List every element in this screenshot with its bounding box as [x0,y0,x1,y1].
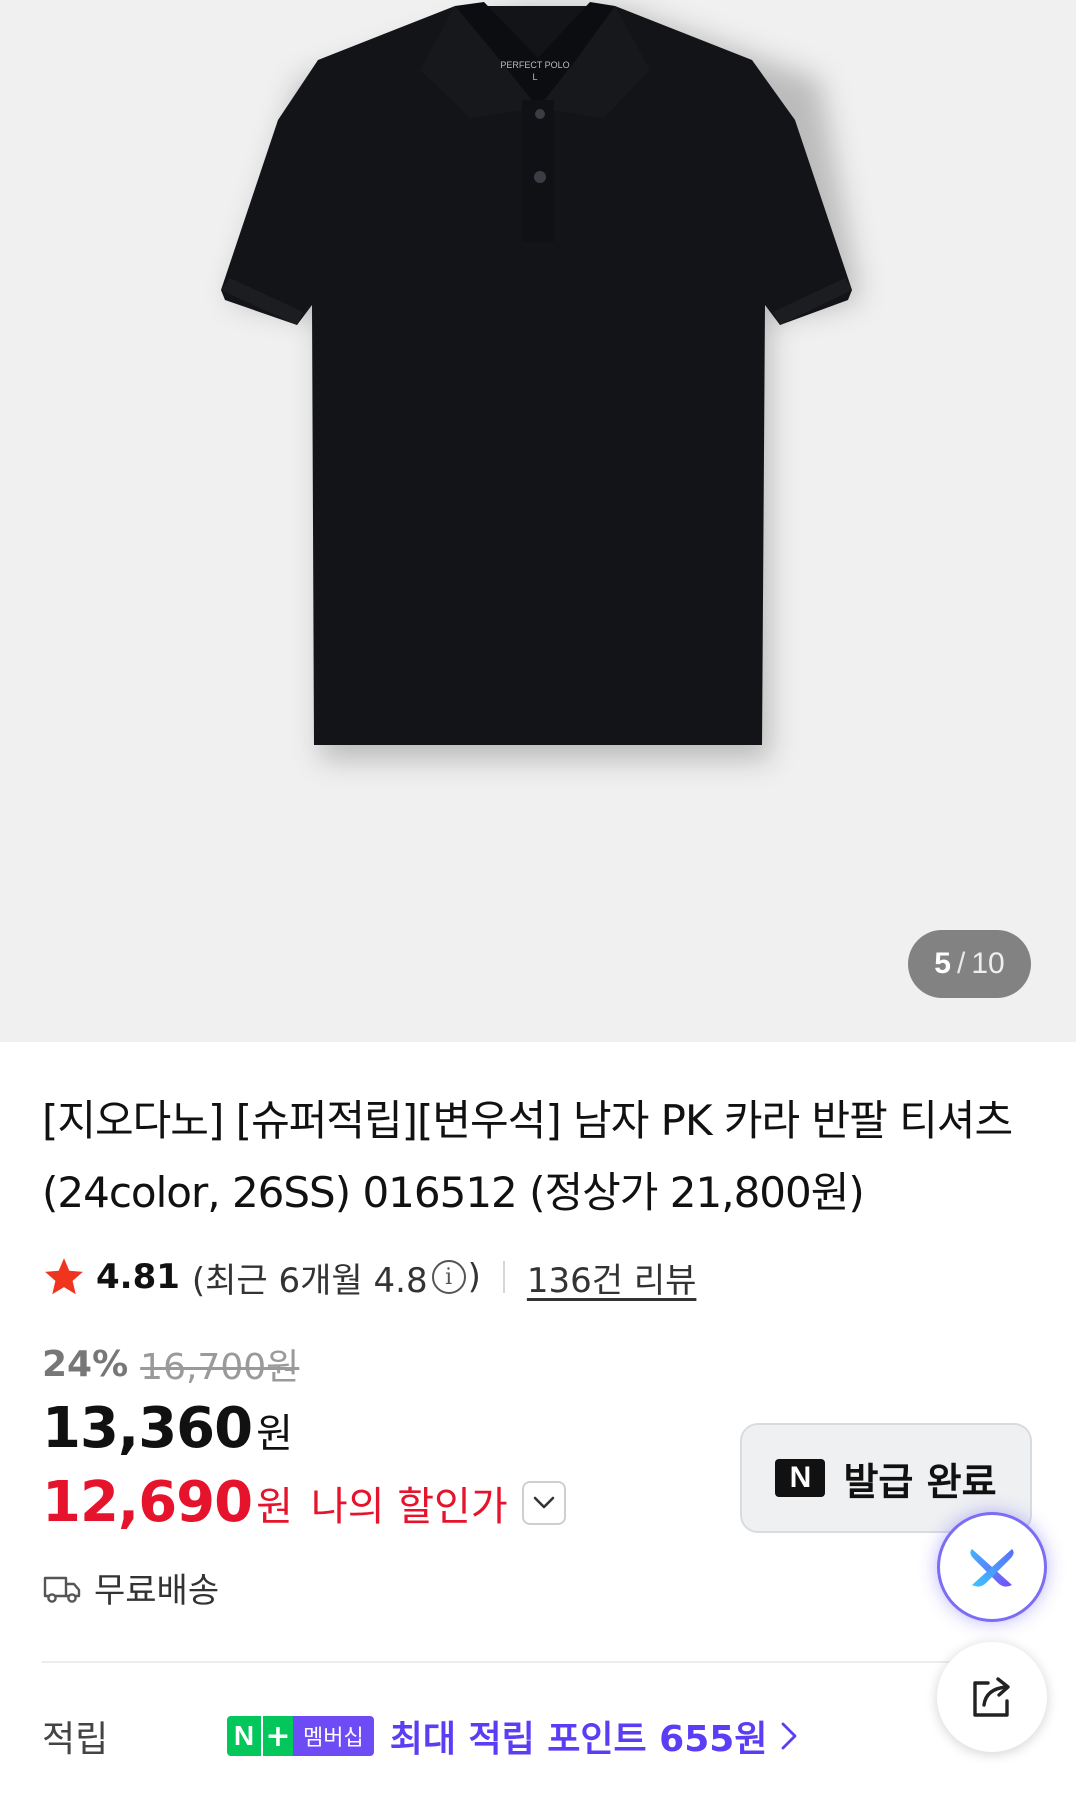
sale-price: 13,360 원 [42,1396,293,1461]
recent-rating-close: ) [467,1257,481,1297]
plus-icon: + [261,1716,293,1756]
image-counter: 5 / 10 [908,930,1031,998]
image-counter-separator: / [956,947,966,980]
ai-assistant-icon [970,1549,1014,1587]
shipping-label: 무료배송 [94,1571,220,1611]
info-icon[interactable]: i [431,1260,466,1294]
discount-row: 24% 16,700원 [42,1338,299,1390]
product-title: [지오다노] [슈퍼적립][변우석] 남자 PK 카라 반팔 티셔츠 (24co… [42,1096,1013,1217]
sale-price-unit: 원 [256,1411,293,1457]
my-price-dropdown-button[interactable] [521,1480,566,1525]
naver-n-icon: N [227,1716,261,1756]
shipping-row: 무료배송 [42,1563,219,1612]
my-price-amount: 12,690 [42,1470,253,1535]
max-points-text: 최대 적립 포인트 655원 [389,1719,768,1760]
rating-divider [502,1261,505,1293]
my-price-unit: 원 [256,1483,293,1530]
share-icon [973,1677,1010,1717]
sale-price-amount: 13,360 [42,1396,253,1461]
points-label: 적립 [42,1719,109,1760]
share-button[interactable] [937,1642,1047,1752]
naver-logo-icon: N [775,1459,826,1497]
section-divider [42,1661,1032,1663]
coupon-label: 발급 완료 [843,1459,997,1504]
reviews-link[interactable]: 136건 리뷰 [527,1253,697,1302]
recent-rating: (최근 6개월 4.8 i ) [192,1253,481,1302]
ai-assistant-button[interactable] [937,1512,1047,1622]
neck-tag-text: PERFECT POLO [500,60,569,70]
rating-row: 4.81 (최근 6개월 4.8 i ) 136건 리뷰 [42,1253,696,1301]
rating-score: 4.81 [96,1257,180,1297]
naver-plus-membership-badge: N + 멤버십 [227,1716,374,1756]
original-price: 16,700원 [140,1347,300,1388]
image-counter-total: 10 [971,947,1005,980]
recent-rating-text: (최근 6개월 4.8 [191,1260,428,1301]
neck-tag-size: L [532,72,537,82]
my-discount-price: 12,690 원 나의 할인가 [42,1470,566,1535]
chevron-down-icon [533,1496,554,1508]
product-image: PERFECT POLO L [221,2,860,760]
star-icon [45,1258,83,1295]
product-image-gallery[interactable]: PERFECT POLO L 5 / 10 [0,0,1076,1042]
chevron-right-icon [782,1722,797,1750]
truck-icon [43,1576,81,1603]
discount-percent: 24% [42,1343,129,1385]
my-price-label: 나의 할인가 [310,1483,508,1530]
image-counter-current: 5 [934,947,951,980]
membership-label: 멤버십 [293,1716,374,1756]
points-row[interactable]: 적립 N + 멤버십 최대 적립 포인트 655원 [42,1710,1032,1762]
